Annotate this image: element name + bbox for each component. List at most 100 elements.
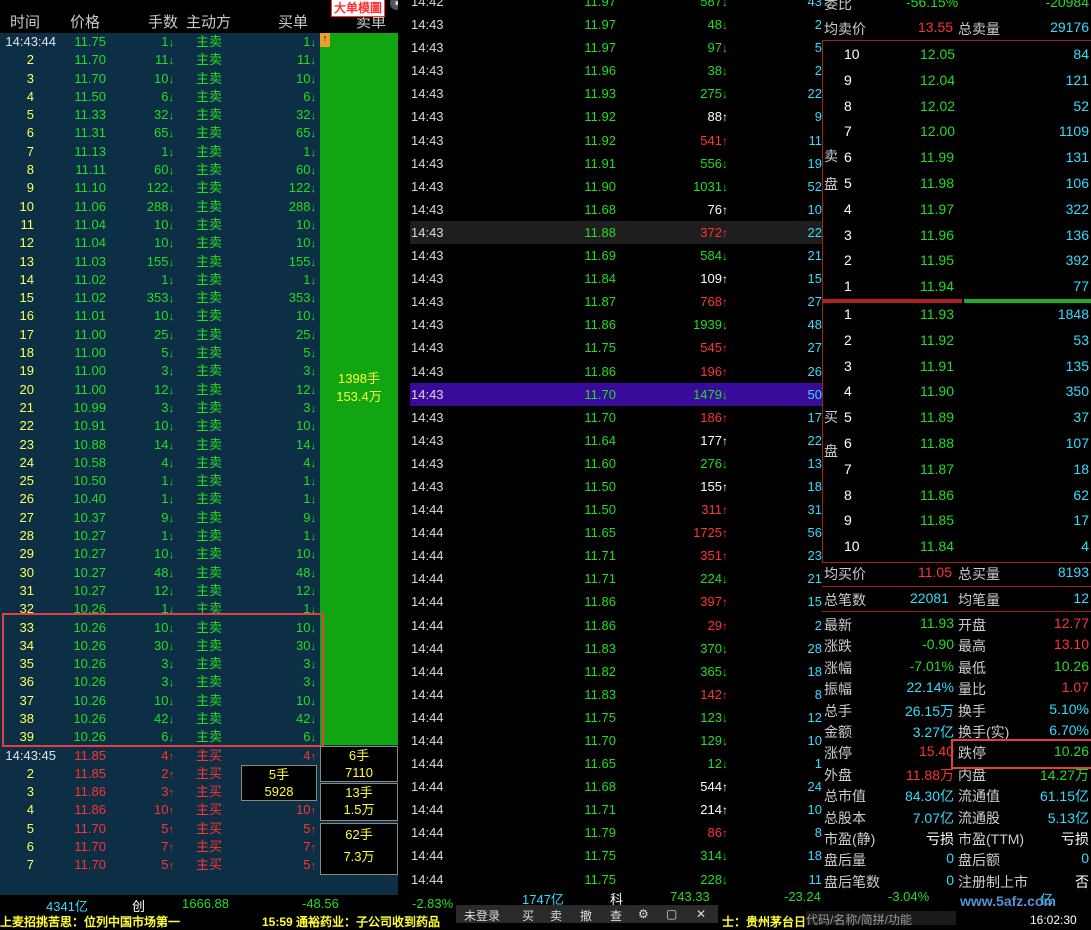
table-row[interactable]: 28 10.27 1↓ 主卖 1↓ <box>0 527 320 545</box>
table-row[interactable]: 2 11.70 11↓ 主卖 11↓ <box>0 51 320 69</box>
list-item[interactable]: 14:44 11.71 214↑ 10 <box>410 798 822 821</box>
tick-time: 19 <box>19 363 34 379</box>
list-item[interactable]: 14:43 11.97 48↓ 2 <box>410 13 822 36</box>
list-item[interactable]: 14:44 11.83 370↓ 28 <box>410 637 822 660</box>
table-row[interactable]: 15 11.02 353↓ 主卖 353↓ <box>0 289 320 307</box>
table-row[interactable]: 11 11.04 10↓ 主卖 10↓ <box>0 216 320 234</box>
table-row[interactable]: 21 10.99 3↓ 主卖 3↓ <box>0 399 320 417</box>
list-item[interactable]: 14:44 11.65 12↓ 1 <box>410 752 822 775</box>
level-volume: 17 <box>1073 512 1089 529</box>
table-row[interactable]: 6 11.70 7↑ 主买 7↑ <box>0 838 320 856</box>
window-icon[interactable]: ▢ <box>666 907 677 921</box>
list-item[interactable]: 14:44 11.75 228↓ 11 <box>410 868 822 891</box>
buy-button[interactable]: 买 <box>522 907 534 924</box>
table-row[interactable]: 20 11.00 12↓ 主卖 12↓ <box>0 381 320 399</box>
list-item[interactable]: 14:43 11.92 541↑ 11 <box>410 129 822 152</box>
table-row[interactable]: 29 10.27 10↓ 主卖 10↓ <box>0 545 320 563</box>
list-item[interactable]: 14:44 11.50 311↑ 31 <box>410 498 822 521</box>
table-row[interactable]: 14 11.02 1↓ 主卖 1↓ <box>0 271 320 289</box>
list-item[interactable]: 14:43 11.88 372↑ 22 <box>410 220 822 245</box>
list-item[interactable]: 14:44 11.75 314↓ 18 <box>410 844 822 867</box>
list-item[interactable]: 14:43 11.93 275↓ 22 <box>410 82 822 105</box>
table-row[interactable]: 18 11.00 5↓ 主卖 5↓ <box>0 344 320 362</box>
table-row[interactable]: 30 10.27 48↓ 主卖 48↓ <box>0 564 320 582</box>
table-row[interactable]: 25 10.50 1↓ 主卖 1↓ <box>0 472 320 490</box>
list-item[interactable]: 14:43 11.69 584↓ 21 <box>410 244 822 267</box>
big-order-mode-badge[interactable]: 大单模圖 <box>331 0 386 17</box>
table-row[interactable]: 8 11.11 60↓ 主卖 60↓ <box>0 161 320 179</box>
arrow-down-icon: ↓ <box>168 238 175 251</box>
list-item[interactable]: 14:44 11.71 224↓ 21 <box>410 567 822 590</box>
table-row[interactable]: 31 10.27 12↓ 主卖 12↓ <box>0 582 320 600</box>
list-item[interactable]: 14:43 11.64 177↑ 22 <box>410 429 822 452</box>
list-item[interactable]: 14:43 11.60 276↓ 13 <box>410 452 822 475</box>
table-row[interactable]: 22 10.91 10↓ 主卖 10↓ <box>0 417 320 435</box>
header-buy-order[interactable]: 买单 <box>278 11 308 32</box>
table-row[interactable]: 6 11.31 65↓ 主卖 65↓ <box>0 124 320 142</box>
list-item[interactable]: 14:43 11.70 1479↓ 50 <box>410 382 822 406</box>
list-item[interactable]: 14:43 11.91 556↓ 19 <box>410 152 822 175</box>
sell-button[interactable]: 卖 <box>550 907 562 924</box>
list-item[interactable]: 14:43 11.92 88↑ 9 <box>410 105 822 128</box>
table-row[interactable]: 16 11.01 10↓ 主卖 10↓ <box>0 307 320 325</box>
header-price[interactable]: 价格 <box>70 11 100 32</box>
header-volume[interactable]: 手数 <box>148 11 178 32</box>
list-item[interactable]: 14:43 11.68 76↑ 10 <box>410 198 822 221</box>
header-side[interactable]: 主动方 <box>186 11 231 32</box>
list-item[interactable]: 14:43 11.84 109↑ 15 <box>410 267 822 290</box>
header-time[interactable]: 时间 <box>10 11 40 32</box>
settings-icon[interactable]: ⚙ <box>638 907 649 921</box>
level-price: 11.86 <box>920 486 954 503</box>
list-item[interactable]: 14:44 11.65 1725↑ 56 <box>410 521 822 544</box>
table-row[interactable]: 9 11.10 122↓ 主卖 122↓ <box>0 179 320 197</box>
table-row[interactable]: 3 11.70 10↓ 主卖 10↓ <box>0 70 320 88</box>
list-item[interactable]: 14:42 11.97 587↓ 43 <box>410 0 822 13</box>
list-item[interactable]: 14:43 11.86 196↑ 26 <box>410 360 822 383</box>
table-row[interactable]: 4 11.50 6↓ 主卖 6↓ <box>0 88 320 106</box>
table-row[interactable]: 10 11.06 288↓ 主卖 288↓ <box>0 198 320 216</box>
table-row[interactable]: 7 11.13 1↓ 主卖 1↓ <box>0 143 320 161</box>
close-icon[interactable]: ✕ <box>696 907 706 921</box>
table-row[interactable]: 14:43:45 11.85 4↑ 主买 4↑ <box>0 746 320 765</box>
table-row[interactable]: 17 11.00 25↓ 主卖 25↓ <box>0 326 320 344</box>
login-status[interactable]: 未登录 <box>464 907 500 924</box>
table-row[interactable]: 24 10.58 4↓ 主卖 4↓ <box>0 454 320 472</box>
tick-price: 11.02 <box>74 290 106 306</box>
table-row[interactable]: 5 11.33 32↓ 主卖 32↓ <box>0 106 320 124</box>
table-row[interactable]: 12 11.04 10↓ 主卖 10↓ <box>0 234 320 252</box>
list-item[interactable]: 14:44 11.79 86↑ 8 <box>410 821 822 844</box>
list-item[interactable]: 14:43 11.86 1939↓ 48 <box>410 313 822 336</box>
list-item[interactable]: 14:44 11.70 129↓ 10 <box>410 729 822 752</box>
list-item[interactable]: 14:44 11.82 365↓ 18 <box>410 660 822 683</box>
query-button[interactable]: 查 <box>610 907 622 924</box>
tick-count: 50 <box>807 386 822 402</box>
list-item[interactable]: 14:44 11.86 29↑ 2 <box>410 614 822 637</box>
tick-price: 11.97 <box>584 17 616 33</box>
news-ticker-2[interactable]: 15:59 通裕药业：子公司收到药品 <box>262 913 440 930</box>
list-item[interactable]: 14:43 11.96 38↓ 2 <box>410 59 822 82</box>
list-item[interactable]: 14:43 11.75 545↑ 27 <box>410 336 822 359</box>
table-row[interactable]: 19 11.00 3↓ 主卖 3↓ <box>0 362 320 380</box>
list-item[interactable]: 14:43 11.97 97↓ 5 <box>410 36 822 59</box>
list-item[interactable]: 14:44 11.83 142↑ 8 <box>410 683 822 706</box>
list-item[interactable]: 14:43 11.87 768↑ 27 <box>410 290 822 313</box>
table-row[interactable]: 26 10.40 1↓ 主卖 1↓ <box>0 490 320 508</box>
list-item[interactable]: 14:43 11.90 1031↓ 52 <box>410 175 822 198</box>
news-ticker-1[interactable]: 上麦招挑苦思：位列中国市场第一 <box>0 913 180 930</box>
table-row[interactable]: 13 11.03 155↓ 主卖 155↓ <box>0 253 320 271</box>
table-row[interactable]: 4 11.86 10↑ 主买 10↑ <box>0 801 320 819</box>
news-ticker-3[interactable]: 士：贵州茅台日 <box>722 913 806 930</box>
table-row[interactable]: 23 10.88 14↓ 主卖 14↓ <box>0 436 320 454</box>
cancel-button[interactable]: 撤 <box>580 907 592 924</box>
table-row[interactable]: 7 11.70 5↑ 主买 5↑ <box>0 856 320 874</box>
table-row[interactable]: 5 11.70 5↑ 主买 5↑ <box>0 820 320 838</box>
table-row[interactable]: 14:43:44 11.75 1↓ 主卖 1↓ <box>0 33 320 51</box>
list-item[interactable]: 14:44 11.86 397↑ 15 <box>410 590 822 613</box>
list-item[interactable]: 14:44 11.68 544↑ 24 <box>410 775 822 798</box>
table-row[interactable]: 27 10.37 9↓ 主卖 9↓ <box>0 509 320 527</box>
list-item[interactable]: 14:44 11.75 123↓ 12 <box>410 706 822 729</box>
pause-icon[interactable]: ⏸ <box>390 0 398 10</box>
list-item[interactable]: 14:43 11.70 186↑ 17 <box>410 406 822 429</box>
list-item[interactable]: 14:43 11.50 155↑ 18 <box>410 475 822 498</box>
list-item[interactable]: 14:44 11.71 351↑ 23 <box>410 544 822 567</box>
